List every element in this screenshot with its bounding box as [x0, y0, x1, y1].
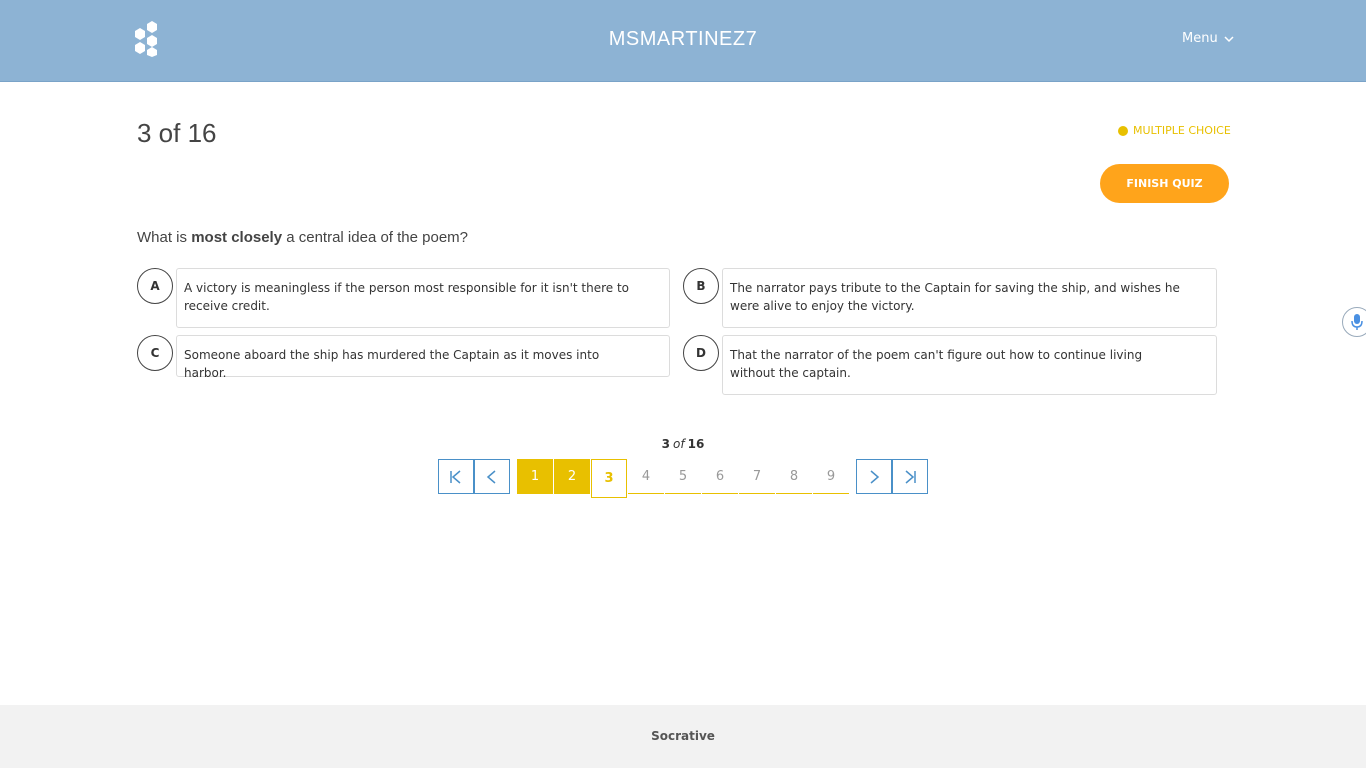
pagination-total: 16 [687, 437, 705, 451]
finish-quiz-button[interactable]: FINISH QUIZ [1100, 164, 1229, 203]
next-page-button[interactable] [856, 459, 892, 494]
question-emphasis: most closely [191, 229, 283, 246]
question-counter: 3 of 16 [137, 118, 217, 148]
footer-brand: Socrative [651, 729, 715, 743]
class-name-title: MSMARTINEZ7 [608, 28, 758, 50]
page-button-5[interactable]: 5 [665, 459, 701, 494]
chevron-left-icon [486, 469, 496, 484]
skip-last-icon [905, 469, 916, 484]
page-button-7[interactable]: 7 [739, 459, 775, 494]
previous-page-button[interactable] [474, 459, 510, 494]
menu-label: Menu [1182, 31, 1218, 46]
last-page-button[interactable] [892, 459, 928, 494]
skip-first-icon [450, 469, 461, 484]
page-button-4[interactable]: 4 [628, 459, 664, 494]
option-c-text[interactable]: Someone aboard the ship has murdered the… [176, 335, 670, 380]
status-dot-icon [1118, 125, 1128, 136]
question-text: What is most closely a central idea of t… [137, 229, 468, 246]
option-b-letter[interactable]: B [683, 268, 719, 304]
chevron-down-icon [1224, 35, 1234, 42]
menu-button[interactable]: Menu [1182, 31, 1234, 46]
page-button-3[interactable]: 3 [591, 459, 627, 498]
question-type-badge: MULTIPLE CHOICE [1118, 124, 1231, 137]
option-a-text[interactable]: A victory is meaningless if the person m… [176, 268, 670, 328]
page-button-2[interactable]: 2 [554, 459, 590, 494]
top-header: MSMARTINEZ7 Menu [0, 0, 1366, 82]
microphone-icon [1351, 314, 1363, 330]
chevron-right-icon [870, 469, 880, 484]
option-d-text[interactable]: That the narrator of the poem can't figu… [722, 335, 1217, 395]
microphone-button[interactable] [1342, 307, 1366, 337]
pagination-current: 3 [661, 437, 671, 451]
page-button-9[interactable]: 9 [813, 459, 849, 494]
question-suffix: a central idea of the poem? [282, 229, 469, 246]
option-c-letter[interactable]: C [137, 335, 173, 371]
option-d-letter[interactable]: D [683, 335, 719, 371]
question-prefix: What is [137, 229, 192, 246]
option-a-letter[interactable]: A [137, 268, 173, 304]
pagination-of: of [673, 437, 685, 451]
page-button-6[interactable]: 6 [702, 459, 738, 494]
page-footer: Socrative [0, 705, 1366, 768]
page-button-8[interactable]: 8 [776, 459, 812, 494]
option-b-text[interactable]: The narrator pays tribute to the Captain… [722, 268, 1217, 328]
pagination-label: 3 of 16 [0, 437, 1366, 451]
question-type-label: MULTIPLE CHOICE [1133, 124, 1231, 137]
first-page-button[interactable] [438, 459, 474, 494]
page-button-1[interactable]: 1 [517, 459, 553, 494]
